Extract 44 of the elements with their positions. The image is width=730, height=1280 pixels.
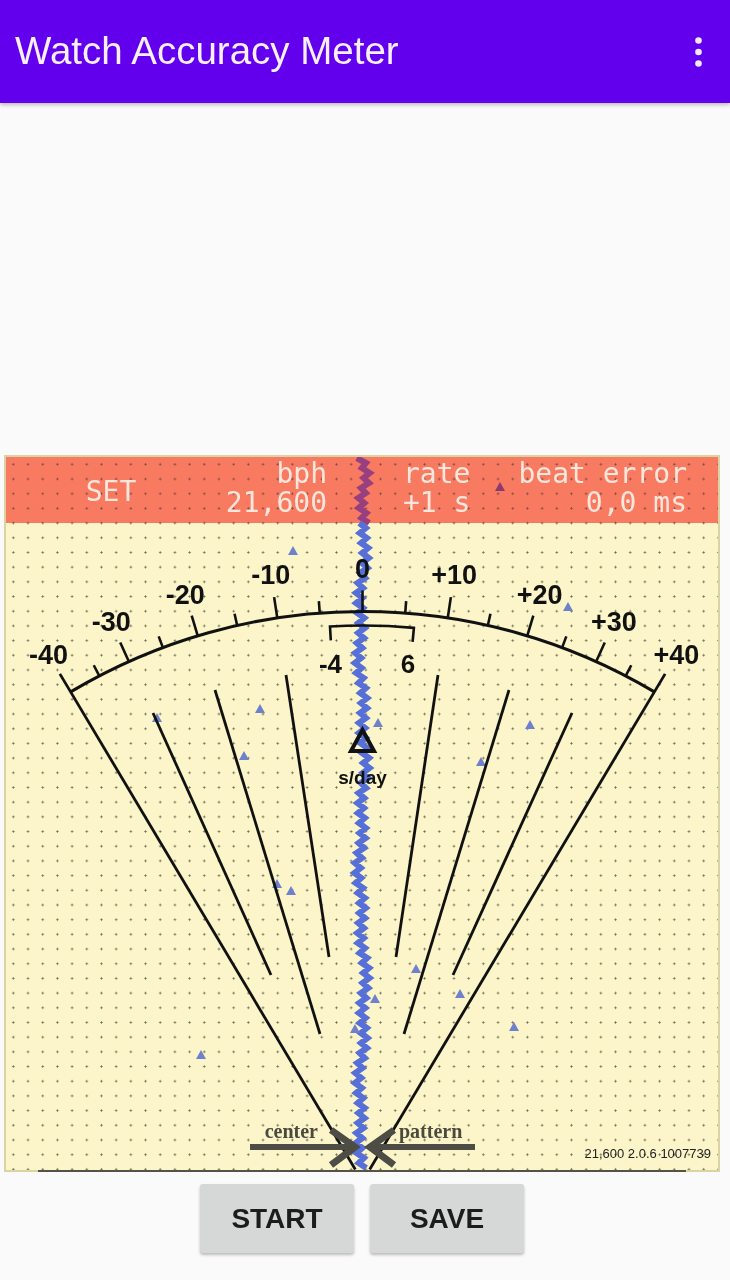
arrow-icon — [364, 1127, 475, 1168]
scale-label: -20 — [165, 579, 205, 610]
triangle-marker-icon — [152, 713, 162, 722]
triangle-marker-icon — [495, 482, 505, 491]
mode-label: SET — [85, 476, 137, 506]
rate-label: rate — [403, 459, 471, 488]
triangle-marker-icon — [563, 602, 573, 611]
bph-value: 21,600 — [225, 488, 327, 517]
scale-label: +30 — [590, 607, 637, 638]
triangle-marker-icon — [286, 886, 296, 895]
triangle-marker-icon — [525, 720, 535, 729]
triangle-marker-icon — [350, 1024, 360, 1033]
triangle-marker-icon — [411, 964, 421, 973]
scale-label: +10 — [431, 560, 478, 591]
tolerance-label: 6 — [400, 649, 416, 679]
guide-label: center — [264, 1120, 318, 1142]
overflow-menu-icon[interactable] — [695, 36, 702, 67]
version-text: 21,600 2.0.6 1007739 — [584, 1146, 711, 1161]
scale-label: +40 — [653, 639, 700, 670]
guide-label: pattern — [399, 1120, 463, 1142]
triangle-marker-icon — [272, 879, 282, 888]
save-button[interactable]: SAVE — [370, 1184, 524, 1253]
pointer-triangle-icon — [347, 725, 378, 753]
tolerance-label: -4 — [318, 649, 343, 679]
triangle-marker-icon — [239, 751, 249, 760]
rate-value: +1 s — [403, 488, 471, 517]
start-button[interactable]: START — [200, 1184, 354, 1253]
scale-label: -10 — [251, 560, 291, 591]
triangle-marker-icon — [288, 546, 298, 555]
scale-label: -30 — [91, 607, 131, 638]
beat-error-label: beat error — [518, 459, 687, 488]
triangle-marker-icon — [255, 704, 265, 713]
beat-error-value: 0,0 ms — [585, 488, 687, 517]
arrow-icon — [250, 1127, 361, 1168]
triangle-marker-icon — [476, 757, 486, 766]
triangle-marker-icon — [196, 1050, 206, 1059]
bph-label: bph — [276, 459, 327, 488]
app-title: Watch Accuracy Meter — [15, 32, 399, 71]
triangle-marker-icon — [509, 1022, 519, 1031]
scale-label: -40 — [29, 639, 69, 670]
scale-label: +20 — [516, 579, 563, 610]
triangle-marker-icon — [455, 989, 465, 998]
triangle-marker-icon — [373, 718, 383, 727]
triangle-marker-icon — [370, 994, 380, 1003]
